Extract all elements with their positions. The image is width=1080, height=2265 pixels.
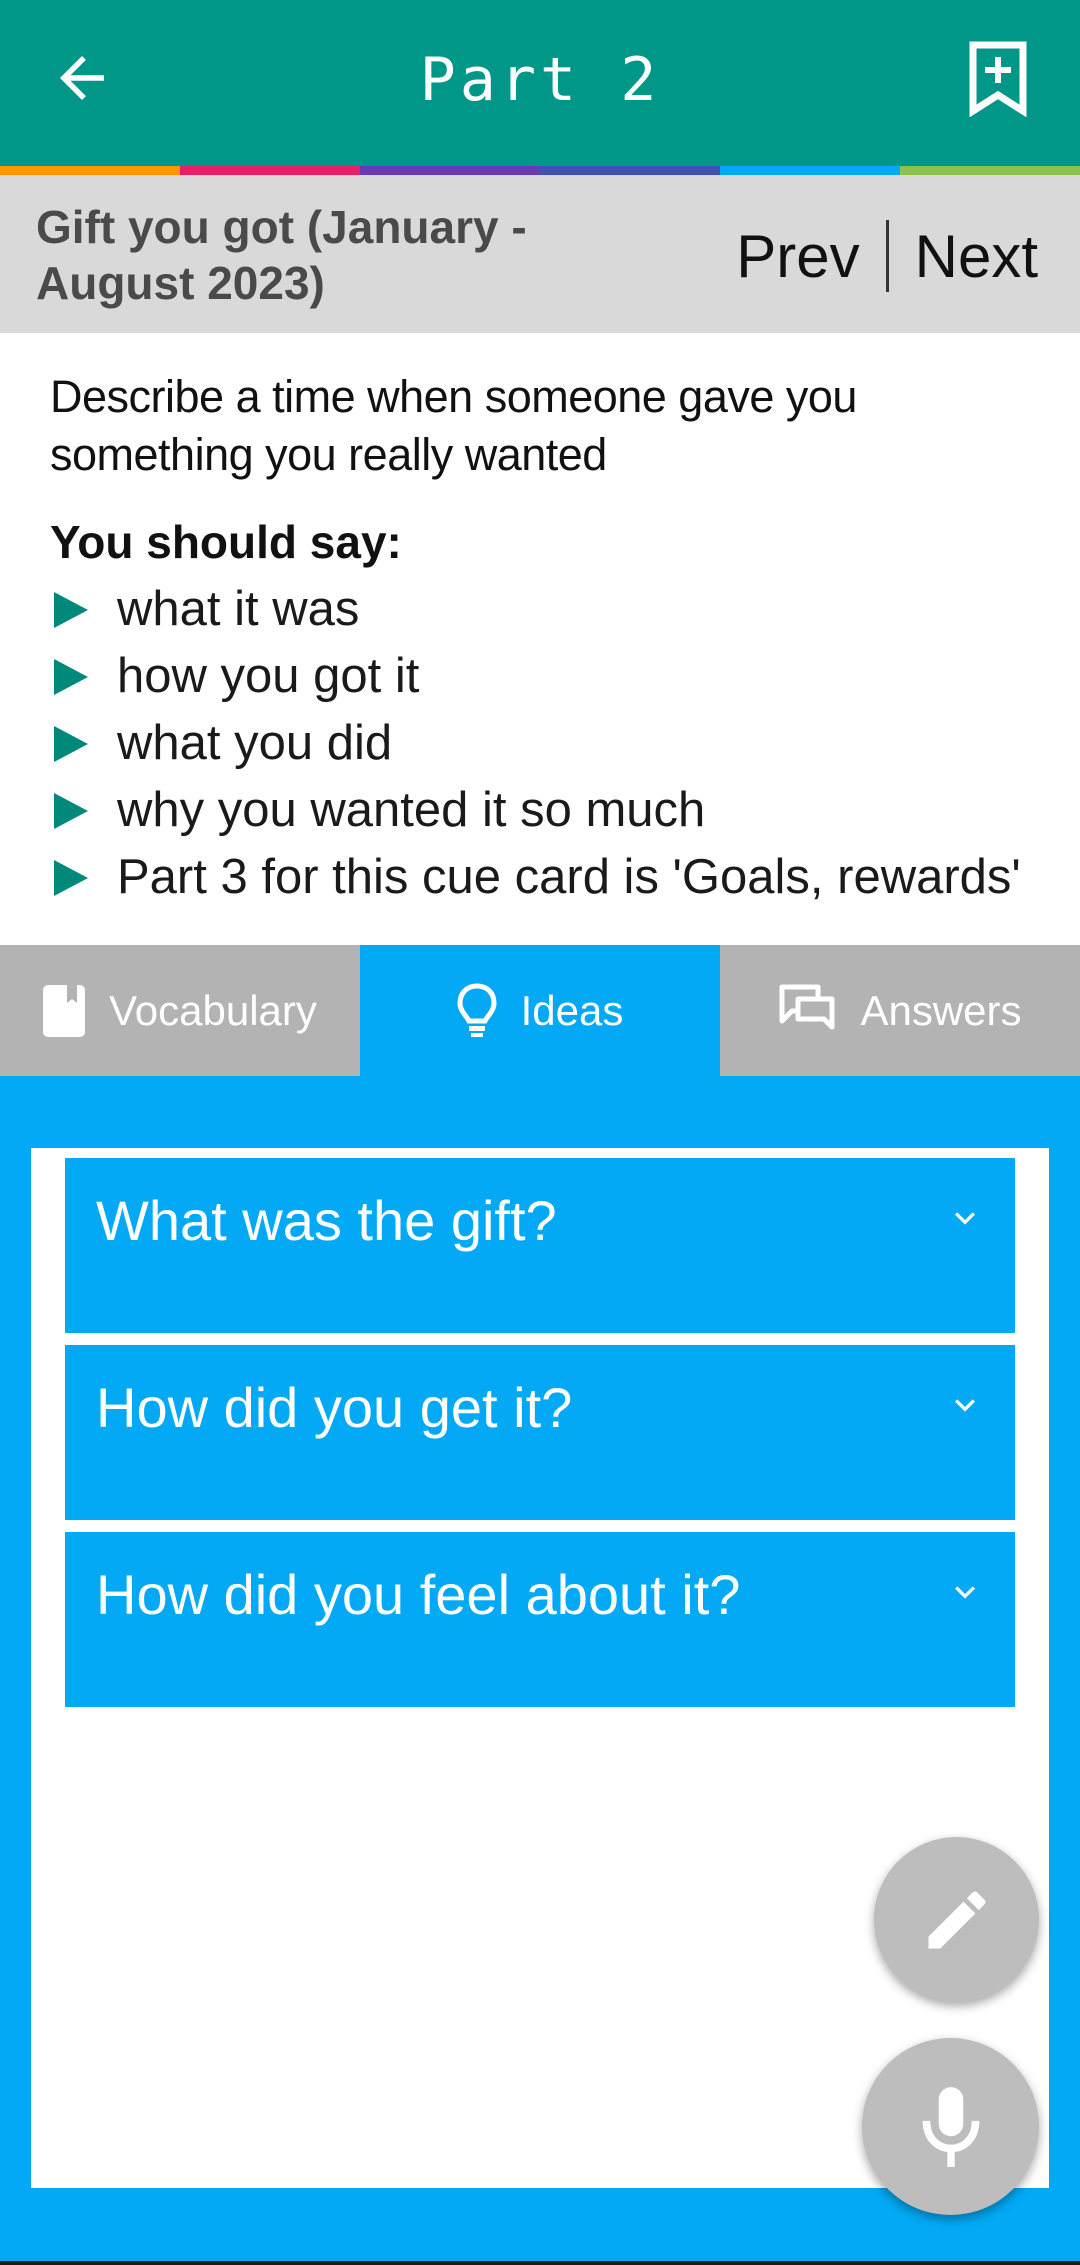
accordion-question: What was the gift? (96, 1189, 557, 1252)
nav-divider (885, 220, 889, 292)
bottom-edge (0, 2261, 1080, 2265)
accordion-item[interactable]: What was the gift? (65, 1158, 1015, 1333)
prev-next-nav: Prev Next (736, 220, 1038, 292)
triangle-bullet-icon (54, 659, 88, 695)
you-should-say-heading: You should say: (50, 516, 402, 568)
tab-label: Answers (860, 986, 1022, 1034)
chevron-down-icon (955, 1212, 975, 1225)
page-title: Part 2 (419, 45, 661, 115)
edit-notes-button[interactable] (874, 1837, 1039, 2002)
topic-title: Gift you got (January - August 2023) (36, 201, 527, 309)
cue-points-list: what it was how you got it what you did … (50, 576, 1050, 911)
bookmark-add-icon (969, 41, 1027, 117)
book-icon (43, 984, 86, 1037)
accordion-question: How did you feel about it? (96, 1563, 741, 1626)
cue-card: Describe a time when someone gave you so… (50, 368, 1050, 911)
microphone-icon (922, 2086, 979, 2167)
app-bar: Part 2 (0, 0, 1080, 166)
color-strip (0, 166, 1080, 175)
next-button[interactable]: Next (915, 222, 1038, 291)
tab-vocabulary[interactable]: Vocabulary (0, 945, 360, 1076)
triangle-bullet-icon (54, 860, 88, 896)
bookmark-button[interactable] (958, 34, 1038, 124)
cue-point: why you wanted it so much (50, 777, 1050, 844)
accordion-item[interactable]: How did you feel about it? (65, 1532, 1015, 1707)
prev-button[interactable]: Prev (736, 222, 859, 291)
accordion-question: How did you get it? (96, 1376, 573, 1439)
tab-label: Ideas (520, 986, 624, 1034)
topic-header: Gift you got (January - August 2023) Pre… (0, 175, 1080, 333)
cue-point: Part 3 for this cue card is 'Goals, rewa… (50, 844, 1050, 911)
cue-point: what it was (50, 576, 1050, 643)
cue-point: how you got it (50, 643, 1050, 710)
record-button[interactable] (862, 2038, 1039, 2215)
cue-card-description: Describe a time when someone gave you so… (50, 371, 857, 480)
triangle-bullet-icon (54, 726, 88, 762)
chevron-down-icon (955, 1586, 975, 1599)
section-tabs: Vocabulary Ideas Answers (0, 945, 1080, 1076)
accordion-item[interactable]: How did you get it? (65, 1345, 1015, 1520)
triangle-bullet-icon (54, 592, 88, 628)
tab-answers[interactable]: Answers (720, 945, 1080, 1076)
chat-bubbles-icon (778, 983, 836, 1039)
pencil-icon (928, 1890, 986, 1948)
chevron-down-icon (955, 1399, 975, 1412)
cue-point: what you did (50, 710, 1050, 777)
tab-ideas[interactable]: Ideas (360, 945, 720, 1076)
tab-label: Vocabulary (109, 986, 317, 1034)
triangle-bullet-icon (54, 793, 88, 829)
lightbulb-icon (457, 982, 497, 1039)
